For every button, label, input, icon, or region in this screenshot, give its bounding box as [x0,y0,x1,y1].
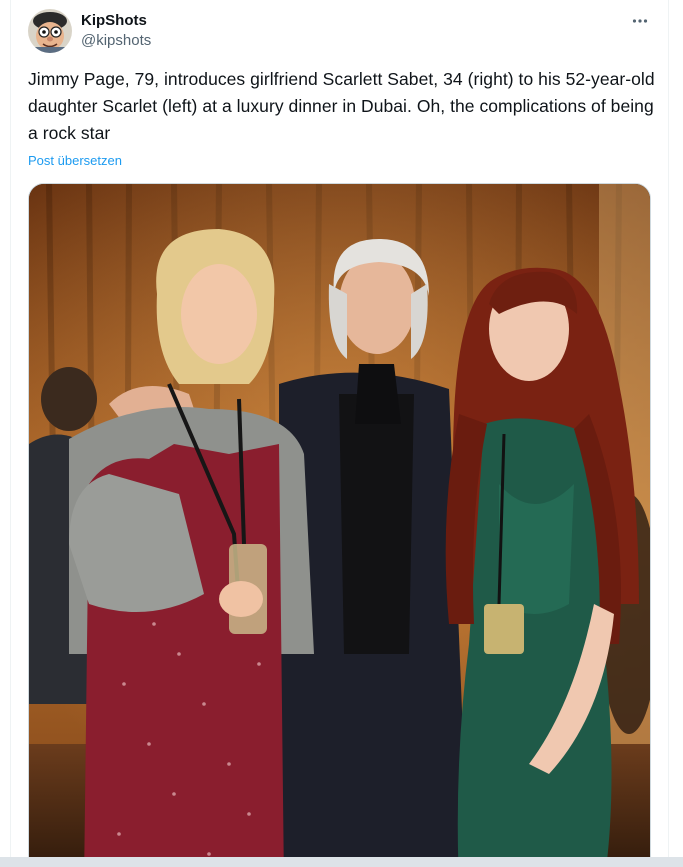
bottom-bar [0,857,683,867]
event-photo-illustration [29,184,650,867]
timeline-right-border [668,0,669,867]
author-info[interactable]: KipShots @kipshots [81,11,151,51]
avatar[interactable] [28,9,72,53]
author-display-name[interactable]: KipShots [81,11,151,31]
translate-post-link[interactable]: Post übersetzen [28,152,122,170]
cartoon-face-avatar-icon [28,9,72,53]
post-page: KipShots @kipshots Jimmy Page, 79, intro… [0,0,683,867]
more-horizontal-icon [632,19,648,23]
post-header: KipShots @kipshots [28,8,653,54]
author-handle[interactable]: @kipshots [81,31,151,51]
post-text: Jimmy Page, 79, introduces girlfriend Sc… [28,69,655,143]
timeline-left-border [10,0,11,867]
post-photo[interactable] [28,183,651,867]
more-options-button[interactable] [629,10,651,32]
